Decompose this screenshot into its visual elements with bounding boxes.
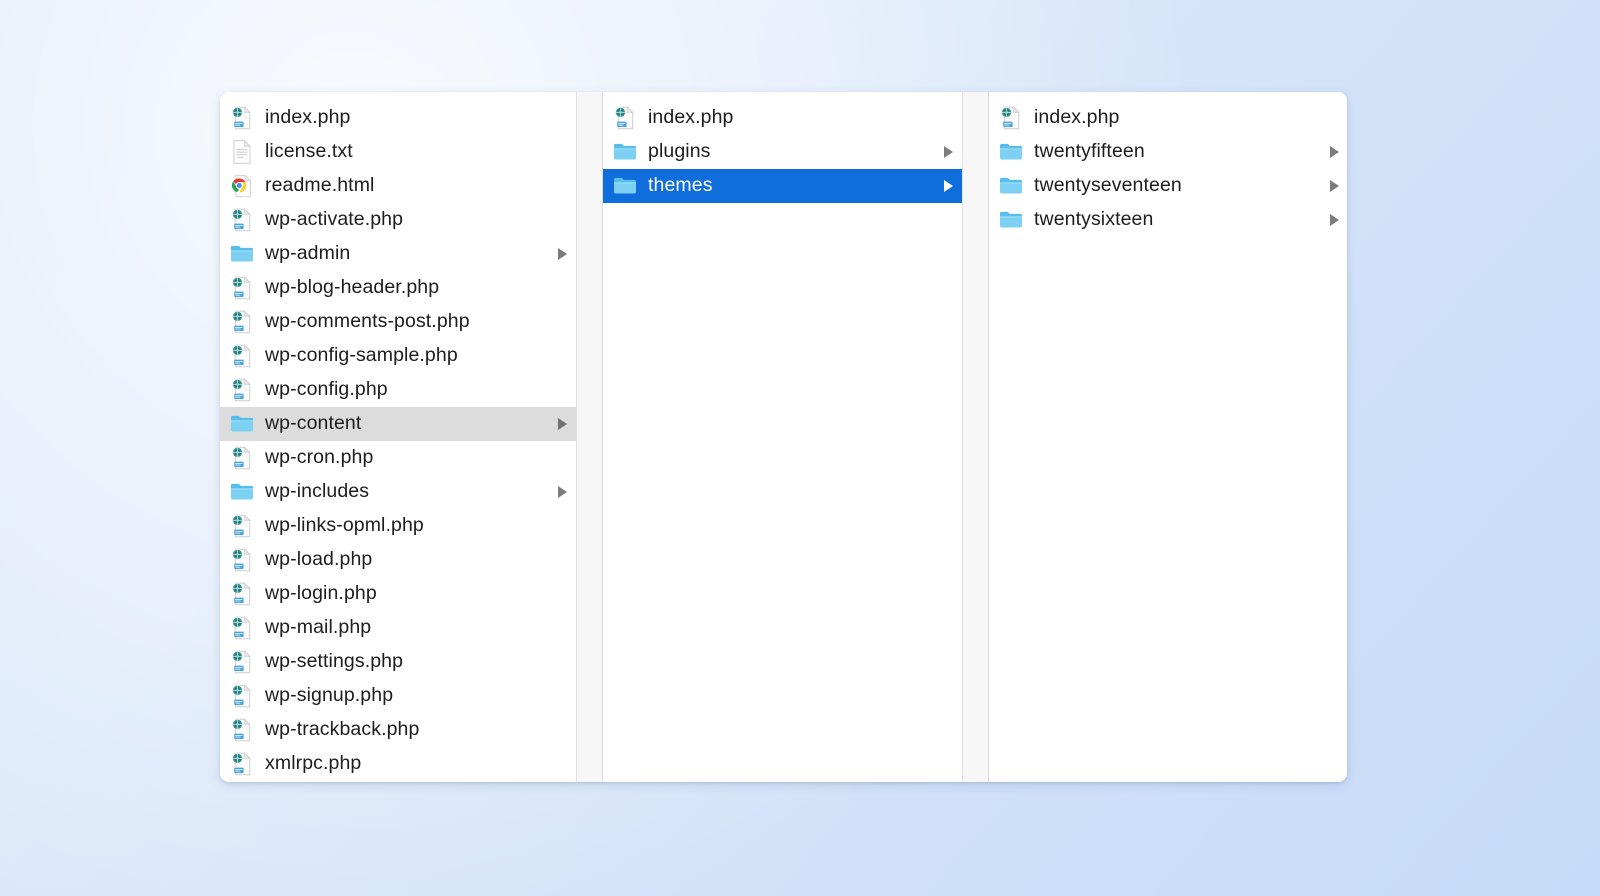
file-name-label: readme.html: [265, 176, 374, 197]
file-name-label: wp-trackback.php: [265, 720, 419, 741]
file-name-label: wp-mail.php: [265, 618, 371, 639]
php-file-icon: [230, 649, 254, 675]
file-row[interactable]: wp-trackback.php: [220, 713, 576, 747]
file-row[interactable]: wp-activate.php: [220, 203, 576, 237]
file-row[interactable]: wp-content: [220, 407, 576, 441]
disclosure-arrow-icon[interactable]: [1330, 146, 1339, 158]
file-row[interactable]: wp-settings.php: [220, 645, 576, 679]
file-row[interactable]: index.php: [603, 101, 962, 135]
file-name-label: wp-blog-header.php: [265, 278, 439, 299]
file-name-label: license.txt: [265, 142, 353, 163]
file-row[interactable]: wp-load.php: [220, 543, 576, 577]
folder-icon: [230, 411, 254, 437]
file-name-label: twentyfifteen: [1034, 142, 1145, 163]
php-file-icon: [230, 615, 254, 641]
folder-icon: [613, 139, 637, 165]
php-file-icon: [230, 751, 254, 777]
file-row[interactable]: index.php: [989, 101, 1347, 135]
file-name-label: index.php: [1034, 108, 1119, 129]
disclosure-arrow-icon[interactable]: [944, 146, 953, 158]
php-file-icon: [230, 445, 254, 471]
folder-icon: [999, 173, 1023, 199]
wp-content-column[interactable]: index.php plugins themes: [603, 92, 962, 782]
php-file-icon: [230, 547, 254, 573]
disclosure-arrow-icon[interactable]: [558, 248, 567, 260]
file-name-label: wp-cron.php: [265, 448, 373, 469]
file-row[interactable]: xmlrpc.php: [220, 747, 576, 781]
file-row[interactable]: wp-blog-header.php: [220, 271, 576, 305]
file-name-label: xmlrpc.php: [265, 754, 361, 775]
php-file-icon: [230, 377, 254, 403]
file-name-label: plugins: [648, 142, 711, 163]
file-row[interactable]: wp-comments-post.php: [220, 305, 576, 339]
finder-column-browser: index.php license.txt readme.html wp-activa…: [220, 92, 1347, 782]
php-file-icon: [230, 683, 254, 709]
html-chrome-file-icon: [230, 173, 254, 199]
folder-icon: [230, 479, 254, 505]
file-name-label: twentyseventeen: [1034, 176, 1182, 197]
folder-icon: [999, 207, 1023, 233]
column-scrollbar-gutter-1[interactable]: [576, 92, 603, 782]
wordpress-root-column[interactable]: index.php license.txt readme.html wp-activa…: [220, 92, 576, 782]
file-name-label: twentysixteen: [1034, 210, 1153, 231]
php-file-icon: [230, 717, 254, 743]
file-row[interactable]: wp-links-opml.php: [220, 509, 576, 543]
file-row[interactable]: themes: [603, 169, 962, 203]
file-row[interactable]: wp-config.php: [220, 373, 576, 407]
file-name-label: themes: [648, 176, 713, 197]
php-file-icon: [230, 105, 254, 131]
file-row[interactable]: index.php: [220, 101, 576, 135]
disclosure-arrow-icon[interactable]: [1330, 180, 1339, 192]
file-name-label: wp-load.php: [265, 550, 372, 571]
php-file-icon: [230, 343, 254, 369]
file-name-label: wp-includes: [265, 482, 369, 503]
text-file-icon: [230, 139, 254, 165]
file-name-label: wp-links-opml.php: [265, 516, 424, 537]
file-name-label: wp-comments-post.php: [265, 312, 470, 333]
file-row[interactable]: twentyfifteen: [989, 135, 1347, 169]
file-row[interactable]: wp-cron.php: [220, 441, 576, 475]
disclosure-arrow-icon[interactable]: [1330, 214, 1339, 226]
file-name-label: wp-login.php: [265, 584, 377, 605]
file-name-label: wp-signup.php: [265, 686, 393, 707]
file-row[interactable]: wp-login.php: [220, 577, 576, 611]
file-name-label: wp-settings.php: [265, 652, 403, 673]
file-row[interactable]: wp-mail.php: [220, 611, 576, 645]
file-row[interactable]: license.txt: [220, 135, 576, 169]
file-name-label: wp-activate.php: [265, 210, 403, 231]
php-file-icon: [613, 105, 637, 131]
file-row[interactable]: wp-admin: [220, 237, 576, 271]
file-row[interactable]: wp-config-sample.php: [220, 339, 576, 373]
file-name-label: wp-config-sample.php: [265, 346, 458, 367]
file-row[interactable]: readme.html: [220, 169, 576, 203]
php-file-icon: [999, 105, 1023, 131]
php-file-icon: [230, 207, 254, 233]
php-file-icon: [230, 309, 254, 335]
file-row[interactable]: twentysixteen: [989, 203, 1347, 237]
file-name-label: wp-content: [265, 414, 361, 435]
file-name-label: index.php: [265, 108, 350, 129]
php-file-icon: [230, 275, 254, 301]
folder-icon: [613, 173, 637, 199]
folder-icon: [230, 241, 254, 267]
file-row[interactable]: twentyseventeen: [989, 169, 1347, 203]
file-name-label: index.php: [648, 108, 733, 129]
themes-column[interactable]: index.php twentyfifteen twentyseventeen twe…: [989, 92, 1347, 782]
file-name-label: wp-admin: [265, 244, 350, 265]
column-scrollbar-gutter-2[interactable]: [962, 92, 989, 782]
php-file-icon: [230, 513, 254, 539]
file-name-label: wp-config.php: [265, 380, 388, 401]
file-row[interactable]: plugins: [603, 135, 962, 169]
disclosure-arrow-icon[interactable]: [558, 486, 567, 498]
disclosure-arrow-icon[interactable]: [944, 180, 953, 192]
disclosure-arrow-icon[interactable]: [558, 418, 567, 430]
file-row[interactable]: wp-signup.php: [220, 679, 576, 713]
php-file-icon: [230, 581, 254, 607]
file-row[interactable]: wp-includes: [220, 475, 576, 509]
folder-icon: [999, 139, 1023, 165]
